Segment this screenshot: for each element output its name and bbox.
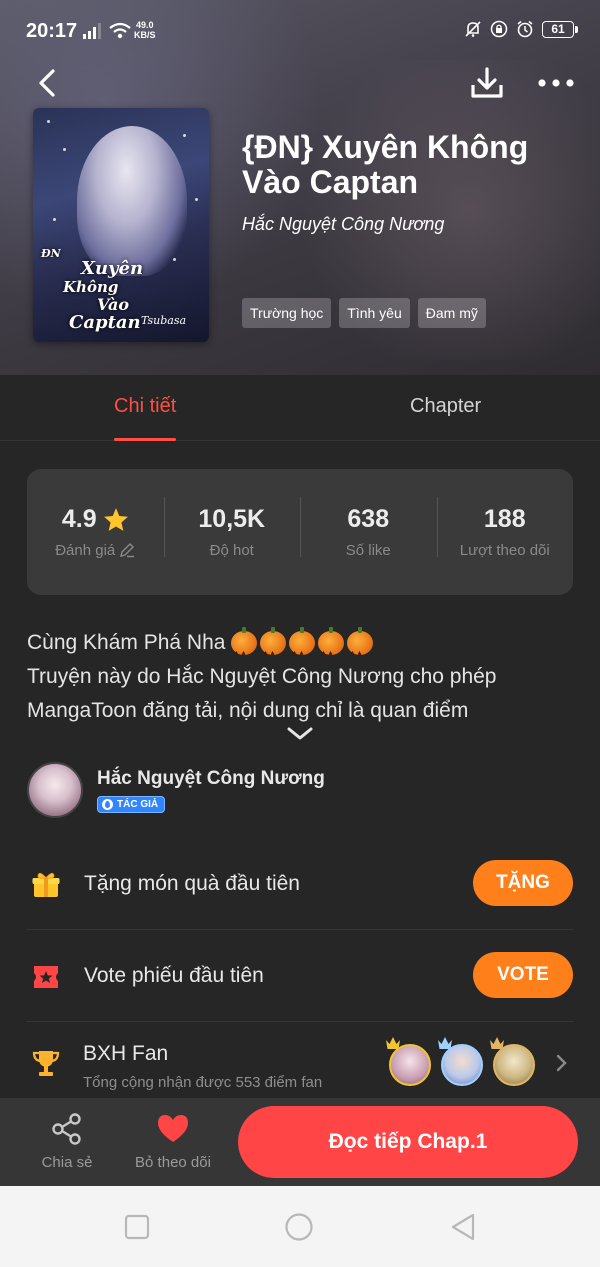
stat-hot-value: 10,5K [198, 504, 266, 533]
story-title: {ĐN} Xuyên Không Vào Captan [242, 129, 529, 200]
fan-avatar[interactable] [438, 1037, 483, 1086]
fan-ranking-row[interactable]: BXH Fan Tổng cộng nhận được 553 điểm fan [27, 1022, 573, 1098]
tab-chapter[interactable]: Chapter [410, 395, 481, 418]
stat-rating-label-wrap: Đánh giá [55, 542, 135, 559]
fan-avatar[interactable] [386, 1037, 431, 1086]
home-icon[interactable] [284, 1212, 314, 1242]
alarm-icon [517, 20, 533, 38]
vote-button[interactable]: VOTE [473, 952, 573, 998]
stats-card: 4.9 Đánh giá 10,5K Độ hot 638 Số like 18… [27, 469, 573, 595]
heart-icon [158, 1115, 188, 1142]
network-speed: 49.0 KB/S [134, 20, 156, 40]
pumpkin-icon [289, 627, 316, 670]
more-options-button[interactable] [534, 64, 578, 102]
author-badge-text: TÁC GIẢ [117, 799, 159, 810]
status-icons: 61 [464, 20, 578, 38]
content-tabs: Chi tiết Chapter [0, 375, 600, 441]
unfollow-label: Bỏ theo dõi [135, 1154, 211, 1171]
back-arrow-icon [39, 69, 55, 97]
chevron-right-icon[interactable] [555, 1054, 567, 1072]
stat-hot-label: Độ hot [209, 541, 254, 559]
continue-reading-button[interactable]: Đọc tiếp Chap.1 [238, 1106, 578, 1178]
stat-followers: 188 Lượt theo dõi [436, 496, 574, 560]
system-navigation-bar [0, 1186, 600, 1267]
crown-icon [490, 1037, 504, 1049]
stat-likes-label: Số like [345, 541, 391, 559]
author-avatar[interactable] [27, 762, 83, 818]
cover-line2: Xuyên [81, 258, 144, 279]
trophy-icon [32, 1051, 60, 1076]
back-triangle-icon[interactable] [448, 1212, 478, 1242]
description-line-1: Cùng Khám Phá Nha [27, 626, 577, 670]
stat-hot: 10,5K Độ hot [163, 496, 301, 560]
status-bar: 20:17 49.0 KB/S 61 [0, 0, 600, 62]
stat-rating-value: 4.9 [61, 504, 97, 533]
back-button[interactable] [30, 66, 64, 100]
cover-image: ĐN Xuyên Không Vào Captan Tsubasa [33, 108, 209, 342]
bottom-action-bar: Chia sẻ Bỏ theo dõi Đọc tiếp Chap.1 [0, 1098, 600, 1186]
share-icon [52, 1113, 81, 1145]
vote-label: Vote phiếu đầu tiên [84, 964, 264, 987]
stat-followers-value: 188 [483, 504, 526, 533]
description-line-1-text: Cùng Khám Phá Nha [27, 631, 226, 654]
stat-rating[interactable]: 4.9 Đánh giá [27, 505, 164, 560]
author-badge: TÁC GIẢ [97, 796, 166, 813]
drop-icon [102, 799, 113, 810]
pumpkin-icon [347, 627, 374, 670]
fan-ranking-subtitle: Tổng cộng nhận được 553 điểm fan [83, 1074, 323, 1091]
header-hero: 20:17 49.0 KB/S 61 ĐN Xuyên Không Vào Ca… [0, 0, 600, 375]
signal-icon [83, 23, 101, 39]
edit-pencil-icon [120, 543, 135, 558]
status-time: 20:17 [26, 20, 78, 42]
fan-avatar[interactable] [490, 1037, 535, 1086]
tag-list: Trường học Tình yêu Đam mỹ [242, 298, 486, 328]
stat-likes: 638 Số like [300, 496, 437, 560]
cover-line3: Không [63, 278, 119, 296]
network-speed-value: 49.0 [135, 20, 154, 30]
pumpkin-emojis [231, 627, 374, 670]
recent-apps-icon[interactable] [122, 1212, 152, 1242]
tab-detail[interactable]: Chi tiết [114, 395, 177, 441]
tag-item[interactable]: Trường học [242, 298, 332, 328]
crown-icon [386, 1037, 400, 1049]
expand-chevron-icon[interactable] [286, 725, 314, 743]
ticket-icon [34, 966, 58, 988]
crown-icon [438, 1037, 452, 1049]
star-icon [103, 507, 128, 531]
download-button[interactable] [468, 64, 506, 102]
tag-item[interactable]: Tình yêu [339, 298, 410, 328]
pumpkin-icon [231, 627, 258, 670]
stat-likes-value: 638 [347, 504, 390, 533]
description-line-3: MangaToon đăng tải, nội dung chỉ là quan… [27, 699, 469, 722]
gift-button[interactable]: TẶNG [473, 860, 573, 906]
stat-rating-label: Đánh giá [55, 541, 116, 559]
story-description[interactable]: Cùng Khám Phá Nha Truyện này do Hắc Nguy… [27, 626, 577, 728]
battery-indicator: 61 [542, 20, 578, 38]
author-name[interactable]: Hắc Nguyệt Công Nương [97, 768, 325, 790]
top-nav [0, 60, 600, 106]
bell-off-icon [465, 21, 481, 37]
download-icon [471, 67, 503, 98]
gift-label: Tặng món quà đầu tiên [84, 872, 300, 895]
fan-avatar-list [386, 1037, 535, 1086]
stat-rating-value-wrap: 4.9 [62, 505, 129, 534]
vote-row: Vote phiếu đầu tiên VOTE [27, 930, 573, 1022]
wifi-icon [109, 22, 131, 39]
cover-subtitle-art: Tsubasa [141, 314, 187, 327]
gift-icon [32, 872, 60, 897]
unfollow-button[interactable]: Bỏ theo dõi [128, 1112, 218, 1171]
story-author[interactable]: Hắc Nguyệt Công Nương [242, 214, 444, 235]
network-speed-unit: KB/S [134, 30, 156, 40]
share-button[interactable]: Chia sẻ [22, 1112, 112, 1171]
pumpkin-icon [260, 627, 287, 670]
more-dots-icon [538, 79, 574, 87]
tag-item[interactable]: Đam mỹ [417, 298, 486, 328]
gift-row: Tặng món quà đầu tiên TẶNG [27, 838, 573, 930]
share-label: Chia sẻ [41, 1154, 93, 1171]
stat-followers-label: Lượt theo dõi [459, 541, 550, 559]
fan-ranking-label: BXH Fan [83, 1042, 169, 1065]
pumpkin-icon [318, 627, 345, 670]
lock-rotation-icon [490, 20, 508, 38]
author-card[interactable]: Hắc Nguyệt Công Nương TÁC GIẢ [27, 762, 573, 822]
